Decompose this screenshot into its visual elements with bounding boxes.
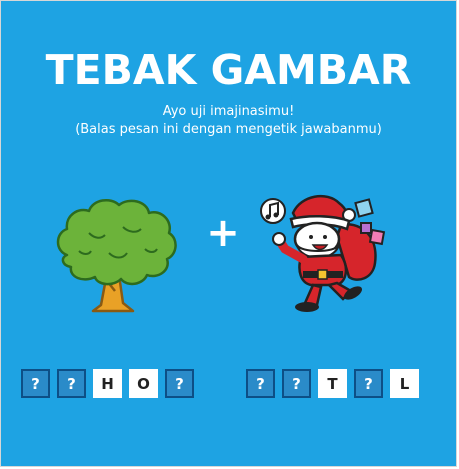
santa-claus-icon <box>260 194 386 312</box>
subtitle-tagline: Ayo uji imajinasimu! <box>162 104 295 119</box>
subtitle-instructions: (Balas pesan ini dengan mengetik jawaban… <box>75 122 382 137</box>
game-title: TEBAK GAMBAR <box>45 46 412 94</box>
puzzle-card: TEBAK GAMBAR Ayo uji imajinasimu! (Balas… <box>0 0 457 467</box>
letter-tile-revealed: H <box>93 369 122 398</box>
letter-tile-hidden: ? <box>246 369 275 398</box>
letter-tile-revealed: L <box>390 369 419 398</box>
letter-tile-revealed: T <box>318 369 347 398</box>
plus-operator: + <box>206 210 240 256</box>
tree-icon <box>56 198 177 313</box>
letter-tile-hidden: ? <box>282 369 311 398</box>
letter-tile-hidden: ? <box>21 369 50 398</box>
answer-word-2: ?? T? L <box>246 369 419 399</box>
answer-word-1: ?? H O? <box>21 369 194 399</box>
letter-tile-hidden: ? <box>354 369 383 398</box>
letter-tile-revealed: O <box>129 369 158 398</box>
letter-tile-hidden: ? <box>57 369 86 398</box>
letter-tile-hidden: ? <box>165 369 194 398</box>
